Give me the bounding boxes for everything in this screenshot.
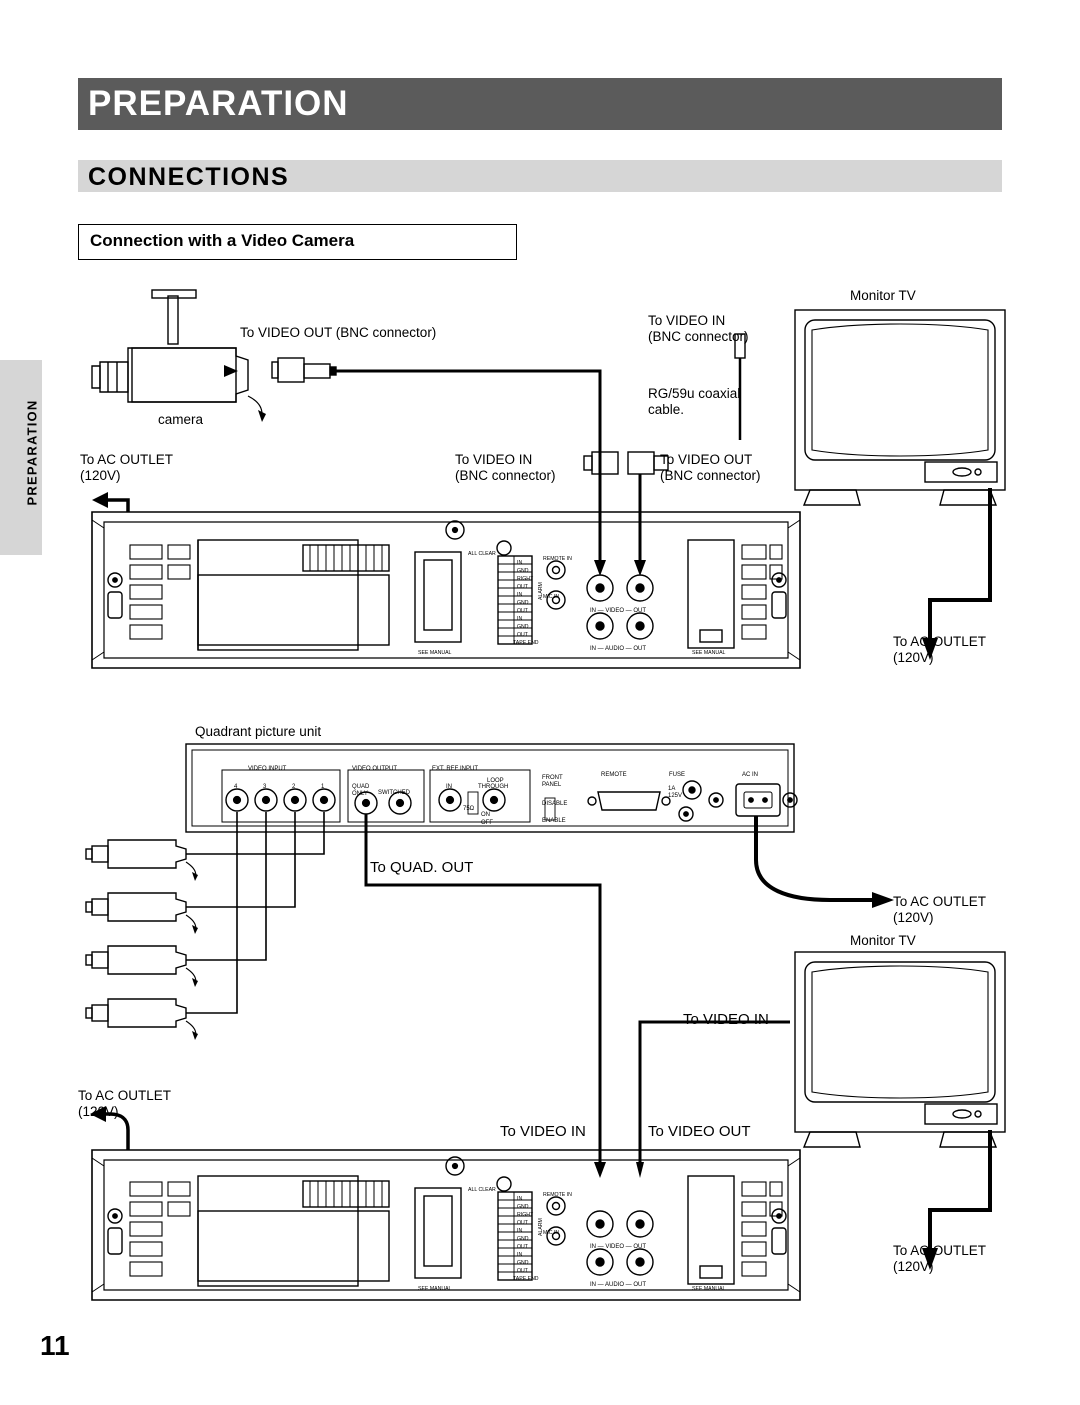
vcr-label-all-clear-bottom: ALL CLEAR <box>468 1187 496 1193</box>
vcr-label-alarm-top: ALARM <box>538 582 544 600</box>
quad-num-1: 1 <box>321 784 325 790</box>
vcr-label-see-manual-right-bottom: SEE MANUAL <box>692 1286 726 1292</box>
vcr-terminal-label-b10: TAPE END <box>513 1276 539 1282</box>
vcr-terminal-label-4: IN <box>517 592 523 598</box>
quad-label-video-input: VIDEO INPUT <box>248 766 287 772</box>
vcr-terminal-label-b7: IN <box>517 1252 523 1258</box>
quad-label-off: OFF <box>481 820 493 826</box>
quad-label-ext-ref-input: EXT. REF INPUT <box>432 766 479 772</box>
quad-label-through: THROUGH <box>478 784 509 790</box>
vcr-label-mic-in-top: MIC IN <box>543 594 560 600</box>
vcr-label-mic-in-bottom: MIC IN <box>543 1230 560 1236</box>
vcr-terminal-label-b8: GND <box>517 1260 529 1266</box>
quad-num-2: 2 <box>292 784 296 790</box>
vcr-terminal-label-8: GND <box>517 624 529 630</box>
vcr-label-see-manual-right-top: SEE MANUAL <box>692 650 726 656</box>
quad-num-3: 3 <box>263 784 267 790</box>
quad-label-remote: REMOTE <box>601 772 627 778</box>
quad-label-disable: DISABLE <box>542 801 568 807</box>
page-number: 11 <box>40 1330 70 1361</box>
vcr-label-video-row-top: IN — VIDEO — OUT <box>590 608 647 614</box>
quad-label-enable: ENABLE <box>542 818 566 824</box>
vcr-label-audio-row-bottom: IN — AUDIO — OUT <box>590 1282 647 1288</box>
vcr-terminal-label-b4: IN <box>517 1228 523 1234</box>
vcr-terminal-label-b9: OUT <box>517 1268 528 1274</box>
vcr-terminal-label-b6: OUT <box>517 1244 528 1250</box>
vcr-label-remote-in-bottom: REMOTE IN <box>543 1192 572 1198</box>
vcr-terminal-label-b2: RIGHT <box>517 1212 534 1218</box>
quad-label-75ohm: 75Ω <box>463 806 475 812</box>
quad-num-4: 4 <box>234 784 238 790</box>
vcr-terminal-label-b0: IN <box>517 1196 523 1202</box>
vcr-terminal-label-9: OUT <box>517 632 528 638</box>
quad-label-video-output: VIDEO OUTPUT <box>352 766 398 772</box>
vcr-terminal-label-6: OUT <box>517 608 528 614</box>
vcr-label-see-manual-left-bottom: SEE MANUAL <box>418 1286 452 1292</box>
vcr-label-remote-in-top: REMOTE IN <box>543 556 572 562</box>
vcr-terminal-label-3: OUT <box>517 584 528 590</box>
quad-label-front-panel: FRONT PANEL <box>542 775 563 788</box>
manual-page: PREPARATION CONNECTIONS Connection with … <box>0 0 1080 1405</box>
quad-label-on: ON <box>481 812 490 818</box>
quad-label-fuse: FUSE <box>669 772 686 778</box>
diagram-artwork <box>85 289 1006 1301</box>
vcr-terminal-label-5: GND <box>517 600 529 606</box>
vcr-label-audio-row-top: IN — AUDIO — OUT <box>590 646 647 652</box>
vcr-terminal-label-b1: GND <box>517 1204 529 1210</box>
quad-label-quad-only: QUAD ONLY <box>352 784 370 797</box>
vcr-terminal-label-b5: GND <box>517 1236 529 1242</box>
quad-label-fuse-rating: 1A 125V <box>668 786 683 799</box>
vcr-terminal-label-2: RIGHT <box>517 576 534 582</box>
vcr-label-see-manual-left-top: SEE MANUAL <box>418 650 452 656</box>
vcr-terminal-label-7: IN <box>517 616 523 622</box>
vcr-terminal-label-0: IN <box>517 560 523 566</box>
vcr-terminal-label-10: TAPE END <box>513 640 539 646</box>
vcr-label-all-clear-top: ALL CLEAR <box>468 551 496 557</box>
quad-label-ac-in: AC IN <box>742 772 759 778</box>
quad-label-switched: SWITCHED <box>378 790 410 796</box>
vcr-label-alarm-bottom: ALARM <box>538 1218 544 1236</box>
vcr-terminal-label-b3: OUT <box>517 1220 528 1226</box>
vcr-terminal-label-1: GND <box>517 568 529 574</box>
vcr-label-video-row-bottom: IN — VIDEO — OUT <box>590 1244 647 1250</box>
quad-label-in: IN <box>446 784 452 790</box>
